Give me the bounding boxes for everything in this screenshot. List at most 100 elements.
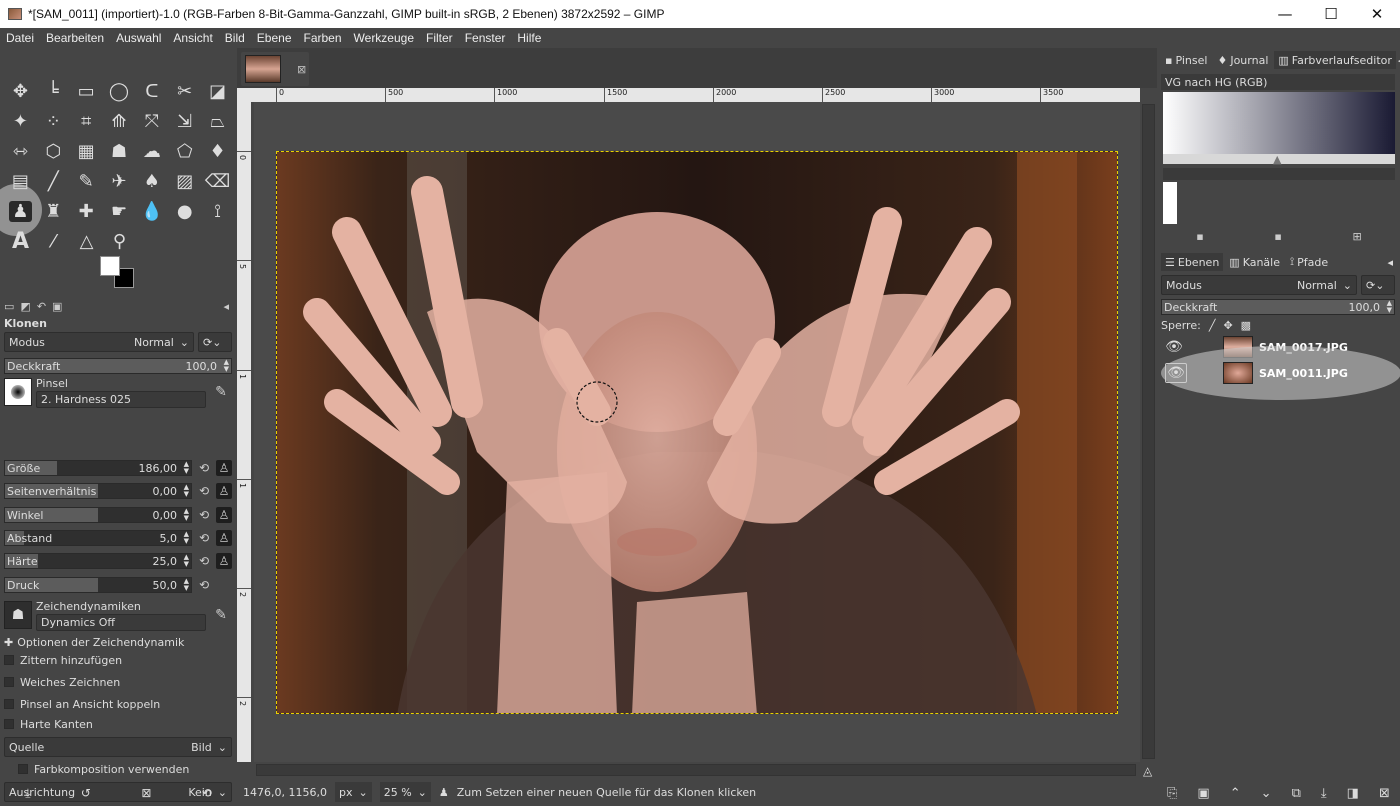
perspective-clone-icon[interactable]: ♜: [37, 196, 70, 226]
duplicate-layer-icon[interactable]: ⧉: [1292, 786, 1301, 801]
scale-tool-icon[interactable]: ⇲: [168, 106, 201, 136]
dock-menu-icon[interactable]: ◂: [1387, 256, 1393, 269]
ruler-corner[interactable]: [237, 88, 254, 102]
paint-select-icon[interactable]: ☁: [135, 136, 168, 166]
shear-tool-icon[interactable]: ⏢: [201, 106, 234, 136]
move-tool-icon[interactable]: ✥: [4, 76, 37, 106]
menu-farben[interactable]: Farben: [298, 31, 348, 45]
align-tool-icon[interactable]: ╘: [37, 76, 70, 106]
smudge-tool-icon[interactable]: ☛: [103, 196, 136, 226]
lock-position-icon[interactable]: ✥: [1223, 319, 1232, 332]
warp-transform-tool-icon[interactable]: ⤧: [135, 106, 168, 136]
save-options-icon[interactable]: ⤓: [25, 786, 30, 801]
fg-bg-colors[interactable]: [100, 256, 140, 290]
delete-layer-icon[interactable]: ⊠: [1379, 786, 1390, 801]
size-slider[interactable]: Größe 186,00 ▲ ▼: [4, 460, 192, 476]
dodge-burn-tool-icon[interactable]: ●: [168, 196, 201, 226]
color-select-tool-icon[interactable]: ⁘: [37, 106, 70, 136]
layer-mode-combo[interactable]: Modus Normal ⌄: [1161, 275, 1357, 295]
tool-options-tab-icon[interactable]: ▭: [4, 300, 14, 313]
reset-aspect-icon[interactable]: ⟲: [196, 483, 212, 499]
image-tab-sam0011[interactable]: ⊠: [241, 52, 309, 86]
link-angle-icon[interactable]: ♙: [216, 507, 232, 523]
image-canvas[interactable]: [276, 151, 1118, 714]
navigate-icon[interactable]: ◬: [1143, 764, 1152, 778]
text-tool-icon[interactable]: A: [4, 226, 37, 256]
aspect-slider[interactable]: Seitenverhältnis 0,00 ▲ ▼: [4, 483, 192, 499]
angle-slider[interactable]: Winkel 0,00 ▲ ▼: [4, 507, 192, 523]
blur-tool-icon[interactable]: 💧: [135, 196, 168, 226]
crop-tool-icon[interactable]: ⌗: [70, 106, 103, 136]
layer-row-sam0011[interactable]: 👁 SAM_0011.JPG: [1161, 346, 1400, 400]
gradient-stops-bar[interactable]: ▲: [1163, 153, 1395, 166]
eye-icon[interactable]: 👁: [1165, 363, 1187, 383]
gradient-preview[interactable]: [1163, 92, 1395, 156]
merge-layer-icon[interactable]: ⤓: [1321, 786, 1327, 801]
horizontal-scrollbar[interactable]: [254, 762, 1140, 778]
dock-menu-icon[interactable]: ◂: [223, 300, 229, 313]
heal-tool-icon[interactable]: ✚: [70, 196, 103, 226]
device-status-tab-icon[interactable]: ◩: [20, 300, 30, 313]
edit-brush-icon[interactable]: ✎: [210, 384, 232, 400]
lock-pixels-icon[interactable]: ╱: [1209, 319, 1216, 332]
path-tool-icon[interactable]: ⟟: [201, 196, 234, 226]
spin-arrows-icon[interactable]: ▲ ▼: [224, 359, 229, 373]
force-slider[interactable]: Druck 50,0 ▲ ▼: [4, 577, 192, 593]
reset-mode-button[interactable]: ⟳⌄: [198, 332, 232, 352]
link-spacing-icon[interactable]: ♙: [216, 530, 232, 546]
menu-bild[interactable]: Bild: [219, 31, 251, 45]
ellipse-select-tool-icon[interactable]: ◯: [103, 76, 136, 106]
lower-layer-icon[interactable]: ⌄: [1261, 786, 1272, 801]
link-hardness-icon[interactable]: ♙: [216, 553, 232, 569]
fuzzy-select-tool-icon[interactable]: ✦: [4, 106, 37, 136]
horizontal-ruler[interactable]: 0 500 1000 1500 2000 2500 3000 3500: [254, 88, 1140, 102]
checkbox-jitter[interactable]: Zittern hinzufügen: [4, 650, 232, 670]
maximize-button[interactable]: ☐: [1308, 0, 1354, 28]
brush-name-field[interactable]: 2. Hardness 025: [36, 390, 206, 408]
unified-transform-tool-icon[interactable]: ⟰: [103, 106, 136, 136]
undo-history-tab-icon[interactable]: ↶: [37, 300, 46, 313]
spacing-slider[interactable]: Abstand 5,0 ▲ ▼: [4, 530, 192, 546]
hardness-slider[interactable]: Härte 25,0 ▲ ▼: [4, 553, 192, 569]
tab-kanaele[interactable]: ▥ Kanäle: [1225, 253, 1284, 271]
canvas-area[interactable]: [254, 102, 1140, 762]
handle-transform-icon[interactable]: ⬠: [168, 136, 201, 166]
midpoint-handle-icon[interactable]: ▲: [1273, 153, 1281, 166]
pencil-tool-icon[interactable]: ✎: [70, 166, 103, 196]
paintbrush-tool-icon[interactable]: ╱: [37, 166, 70, 196]
new-layer-icon[interactable]: ⎘: [1167, 786, 1177, 801]
reset-hardness-icon[interactable]: ⟲: [196, 553, 212, 569]
menu-werkzeuge[interactable]: Werkzeuge: [348, 31, 420, 45]
menu-fenster[interactable]: Fenster: [459, 31, 512, 45]
brush-preview[interactable]: [4, 378, 32, 406]
source-combo[interactable]: Quelle Bild ⌄: [4, 737, 232, 757]
menu-filter[interactable]: Filter: [420, 31, 459, 45]
close-tab-icon[interactable]: ⊠: [297, 63, 306, 76]
vertical-scrollbar[interactable]: [1140, 102, 1157, 762]
cage-tool-icon[interactable]: ▦: [70, 136, 103, 166]
horizontal-scrollbar-thumb[interactable]: [256, 764, 1136, 776]
clone-tool-icon[interactable]: ♟: [0, 184, 42, 236]
warp-tool-icon[interactable]: ☗: [103, 136, 136, 166]
measure-tool-icon[interactable]: △: [70, 226, 103, 256]
dynamics-field[interactable]: Dynamics Off: [36, 613, 206, 631]
zoom-all-icon[interactable]: ⊞: [1352, 230, 1361, 243]
edit-dynamics-icon[interactable]: ✎: [210, 607, 232, 623]
checkbox-hard-edge[interactable]: Harte Kanten: [4, 714, 232, 734]
link-size-icon[interactable]: ♙: [216, 460, 232, 476]
tab-pinsel[interactable]: ▪ Pinsel: [1161, 51, 1211, 69]
dynamics-options-expander[interactable]: ✚ Optionen der Zeichendynamik: [4, 632, 232, 652]
eye-icon[interactable]: 👁: [1161, 339, 1187, 355]
free-select-tool-icon[interactable]: ᑕ: [135, 76, 168, 106]
zoom-combo[interactable]: 25 % ⌄: [379, 782, 431, 802]
images-tab-icon[interactable]: ▣: [52, 300, 62, 313]
reset-angle-icon[interactable]: ⟲: [196, 507, 212, 523]
tab-ebenen[interactable]: ☰ Ebenen: [1161, 253, 1224, 271]
unit-combo[interactable]: px ⌄: [334, 782, 372, 802]
flip-tool-icon[interactable]: ⇿: [4, 136, 37, 166]
bucket-fill-tool-icon[interactable]: ♦: [201, 136, 234, 166]
reset-options-icon[interactable]: ⟲: [202, 786, 212, 800]
foreground-select-tool-icon[interactable]: ◪: [201, 76, 234, 106]
new-layer-group-icon[interactable]: ▣: [1197, 786, 1209, 801]
raise-layer-icon[interactable]: ⌃: [1230, 786, 1241, 801]
